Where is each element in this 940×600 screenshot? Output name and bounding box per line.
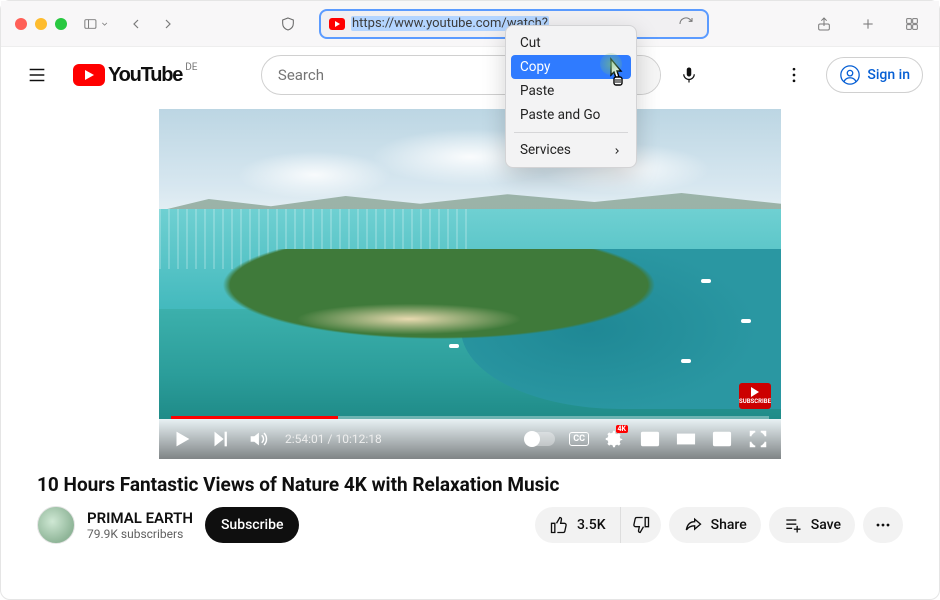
thumbs-up-icon xyxy=(549,515,569,535)
thumbs-down-icon xyxy=(631,515,651,535)
youtube-logo-icon xyxy=(73,64,105,86)
youtube-header: YouTube DE Sign in xyxy=(1,47,939,103)
like-button[interactable]: 3.5K xyxy=(535,507,621,543)
subscribe-button[interactable]: Subscribe xyxy=(205,507,300,543)
window-close-button[interactable] xyxy=(15,18,27,30)
dislike-button[interactable] xyxy=(621,507,661,543)
video-metadata: 10 Hours Fantastic Views of Nature 4K wi… xyxy=(25,473,915,544)
settings-button[interactable]: 4K xyxy=(603,428,625,450)
pointer-cursor-icon xyxy=(604,57,630,91)
context-menu-services[interactable]: Services xyxy=(506,138,636,162)
next-button[interactable] xyxy=(209,428,231,450)
guide-menu-button[interactable] xyxy=(17,55,57,95)
microphone-icon xyxy=(680,66,698,84)
settings-menu-button[interactable] xyxy=(774,55,814,95)
new-tab-button[interactable] xyxy=(855,11,881,37)
channel-info[interactable]: PRIMAL EARTH 79.9K subscribers xyxy=(37,506,193,544)
miniplayer-button[interactable] xyxy=(639,428,661,450)
time-display: 2:54:01 / 10:12:18 xyxy=(285,432,382,446)
youtube-logo[interactable]: YouTube DE xyxy=(73,64,195,87)
boat-icon xyxy=(741,319,751,323)
window-maximize-button[interactable] xyxy=(55,18,67,30)
voice-search-button[interactable] xyxy=(669,55,709,95)
forward-button[interactable] xyxy=(155,11,181,37)
boat-icon xyxy=(449,344,459,348)
like-dislike-group: 3.5K xyxy=(535,507,661,543)
context-menu-paste-and-go[interactable]: Paste and Go xyxy=(506,103,636,127)
tab-overview-button[interactable] xyxy=(899,11,925,37)
boat-icon xyxy=(701,279,711,283)
autoplay-toggle[interactable] xyxy=(525,432,555,446)
kebab-menu-icon xyxy=(784,65,804,85)
subscriber-count: 79.9K subscribers xyxy=(87,527,193,541)
channel-avatar[interactable] xyxy=(37,506,75,544)
like-count: 3.5K xyxy=(577,517,606,533)
window-minimize-button[interactable] xyxy=(35,18,47,30)
player-controls: 2:54:01 / 10:12:18 CC 4K xyxy=(159,419,781,459)
volume-button[interactable] xyxy=(247,428,269,450)
context-menu: Cut Copy Paste Paste and Go Services xyxy=(505,25,637,168)
subscribe-watermark[interactable]: SUBSCRIBE xyxy=(739,383,771,409)
video-title: 10 Hours Fantastic Views of Nature 4K wi… xyxy=(37,473,903,496)
youtube-logo-text: YouTube xyxy=(108,64,182,87)
signin-label: Sign in xyxy=(867,67,910,83)
context-menu-separator xyxy=(514,132,628,133)
reload-button[interactable] xyxy=(673,11,699,37)
country-code: DE xyxy=(185,62,197,73)
user-icon xyxy=(839,64,861,86)
share-arrow-icon xyxy=(683,515,703,535)
playlist-add-icon xyxy=(783,515,803,535)
back-button[interactable] xyxy=(123,11,149,37)
ellipsis-icon xyxy=(873,515,893,535)
privacy-shield-button[interactable] xyxy=(275,11,301,37)
signin-button[interactable]: Sign in xyxy=(826,57,923,93)
context-menu-cut[interactable]: Cut xyxy=(506,31,636,55)
channel-name: PRIMAL EARTH xyxy=(87,509,193,527)
site-favicon-icon xyxy=(329,18,345,30)
theater-button[interactable] xyxy=(675,428,697,450)
cast-button[interactable] xyxy=(711,428,733,450)
share-video-button[interactable]: Share xyxy=(669,507,761,543)
sidebar-toggle-button[interactable] xyxy=(83,11,109,37)
video-scene-beach xyxy=(279,299,539,349)
captions-button[interactable]: CC xyxy=(569,432,589,446)
video-player[interactable]: SUBSCRIBE 2:54:01 / 10:12:18 CC 4K xyxy=(159,109,781,459)
quality-badge: 4K xyxy=(616,425,628,433)
play-button[interactable] xyxy=(171,428,193,450)
browser-toolbar: https://www.youtube.com/watch? xyxy=(1,1,939,47)
more-actions-button[interactable] xyxy=(863,507,903,543)
fullscreen-button[interactable] xyxy=(747,428,769,450)
window-traffic-lights xyxy=(15,18,67,30)
chevron-right-icon xyxy=(612,146,622,156)
save-video-button[interactable]: Save xyxy=(769,507,855,543)
boat-icon xyxy=(681,359,691,363)
share-button[interactable] xyxy=(811,11,837,37)
